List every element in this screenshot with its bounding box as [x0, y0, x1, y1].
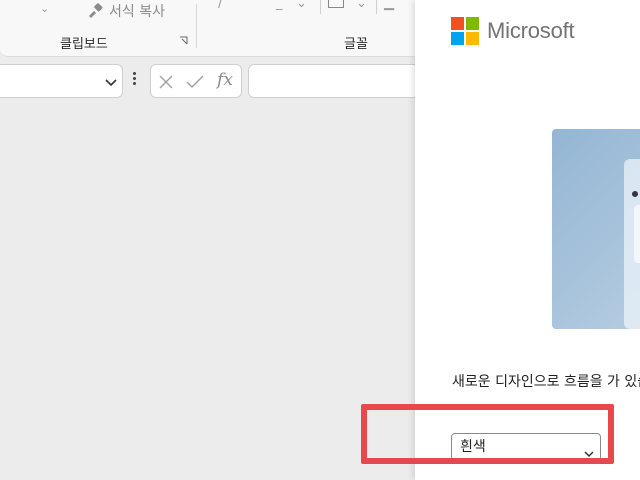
- format-painter-button[interactable]: 서식 복사: [86, 1, 165, 21]
- microsoft-panel: Microsoft 새로운 디자인으로 흐름을 가 있습니다. 흰색: [415, 0, 640, 480]
- more-options-icon[interactable]: [132, 72, 136, 85]
- hero-dot: [632, 191, 638, 197]
- fill-color-icon[interactable]: ▁: [384, 0, 394, 11]
- clipboard-group-label: 클립보드: [60, 37, 108, 52]
- format-painter-label: 서식 복사: [109, 4, 165, 20]
- formula-input[interactable]: [248, 64, 420, 98]
- border-icon[interactable]: [328, 0, 344, 8]
- close-icon[interactable]: [156, 72, 176, 92]
- description-text: 새로운 디자인으로 흐름을 가 있습니다.: [452, 374, 640, 390]
- chevron-down-icon: [584, 442, 594, 468]
- microsoft-logo-icon: [451, 17, 479, 45]
- chevron-down-icon[interactable]: [104, 74, 118, 93]
- chevron-down-icon[interactable]: ⌄: [40, 2, 49, 15]
- font-group-label: 글꼴: [344, 37, 368, 52]
- theme-select[interactable]: 흰색: [451, 433, 601, 461]
- underline-icon[interactable]: _: [276, 0, 283, 11]
- brand-name: Microsoft: [487, 18, 575, 43]
- chevron-down-icon[interactable]: ⌄: [356, 0, 367, 11]
- ribbon: ⌄ 서식 복사 클립보드 / _ ⌄ ⌄ ▁ 글꼴: [0, 0, 416, 57]
- hero-card: [624, 159, 640, 329]
- separator: [320, 0, 321, 14]
- brush-icon: [86, 2, 104, 20]
- italic-icon[interactable]: /: [218, 0, 222, 11]
- formula-controls: fx: [150, 64, 242, 98]
- chevron-down-icon[interactable]: ⌄: [296, 0, 307, 11]
- dialog-launcher-icon[interactable]: [179, 36, 188, 48]
- check-icon[interactable]: [185, 72, 205, 92]
- separator: [376, 0, 377, 14]
- name-box[interactable]: [0, 64, 123, 98]
- hero-card-inner: [634, 205, 640, 263]
- insert-function-button[interactable]: fx: [215, 70, 235, 90]
- theme-select-value: 흰색: [460, 439, 486, 455]
- group-separator: [196, 4, 197, 48]
- microsoft-logo: Microsoft: [451, 17, 575, 45]
- hero-image: [552, 129, 640, 329]
